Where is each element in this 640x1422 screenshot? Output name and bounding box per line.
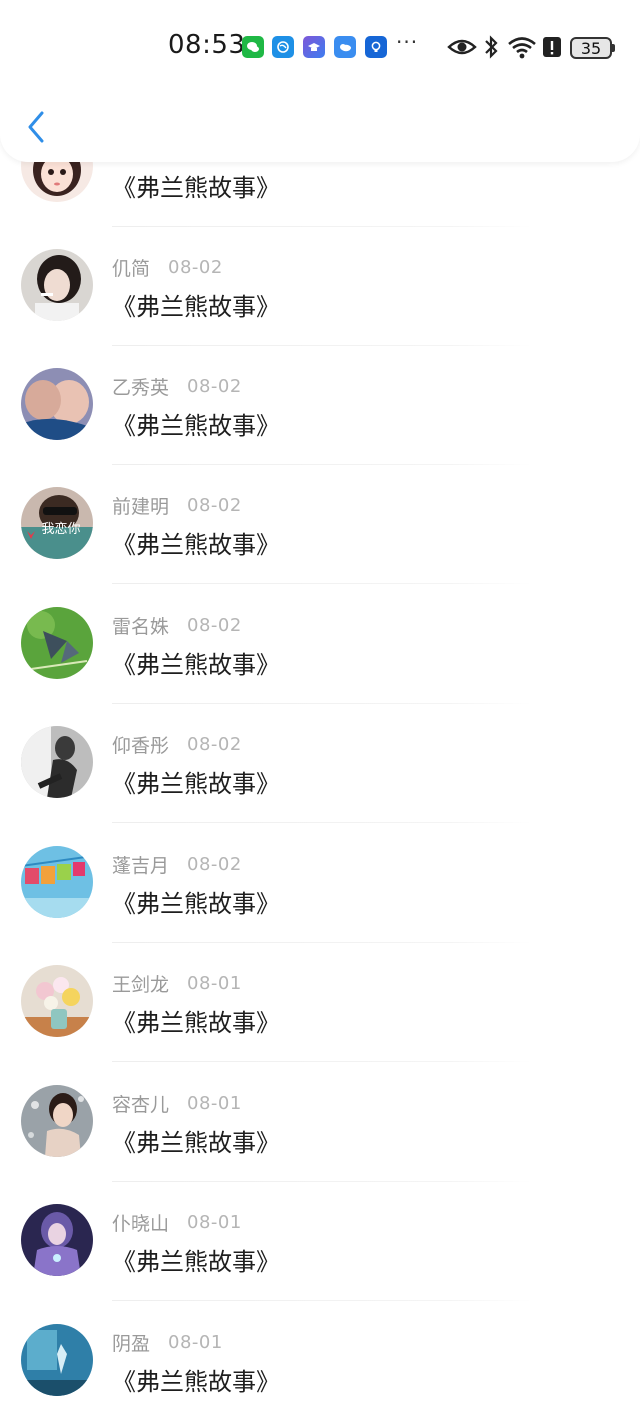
comment-text: 《弗兰熊故事》	[112, 293, 280, 321]
status-time: 08:53	[168, 30, 246, 60]
user-name[interactable]: 前建明	[112, 492, 169, 519]
comment-text: 《弗兰熊故事》	[112, 890, 280, 918]
top-bar: 08:53 ··· 35	[0, 0, 640, 162]
comment-text: 《弗兰熊故事》	[112, 1248, 280, 1276]
list-item[interactable]: 仉简 08-02 《弗兰熊故事》	[0, 229, 640, 349]
comment-date: 08-01	[187, 972, 242, 994]
comment-date: 08-01	[187, 1211, 242, 1233]
list-item[interactable]: 仆晓山 08-01 《弗兰熊故事》	[0, 1184, 640, 1304]
eye-icon	[447, 34, 477, 60]
list-item[interactable]: 阴盈 08-01 《弗兰熊故事》	[0, 1304, 640, 1422]
avatar[interactable]: 我恋你	[21, 487, 93, 559]
avatar[interactable]	[21, 249, 93, 321]
comment-date: 08-02	[187, 733, 242, 755]
user-name[interactable]: 仰香彤	[112, 731, 169, 758]
user-name[interactable]: 仆晓山	[112, 1209, 169, 1236]
comment-text: 《弗兰熊故事》	[112, 174, 280, 202]
avatar[interactable]	[21, 726, 93, 798]
avatar[interactable]	[21, 1324, 93, 1396]
cloud-icon	[334, 36, 356, 58]
divider	[112, 1061, 532, 1062]
comment-date: 08-01	[168, 1331, 223, 1353]
comment-text: 《弗兰熊故事》	[112, 531, 280, 559]
user-name[interactable]: 雷名姝	[112, 612, 169, 639]
comment-list-page: 《弗兰熊故事》 仉简 08-02 《弗兰熊故事》 乙秀英 08-02 《弗兰熊故…	[0, 0, 640, 1422]
comment-date: 08-02	[187, 375, 242, 397]
bluetooth-icon	[483, 34, 499, 60]
list-item[interactable]: 我恋你 前建明 08-02 《弗兰熊故事》	[0, 467, 640, 587]
list-item[interactable]: 乙秀英 08-02 《弗兰熊故事》	[0, 348, 640, 468]
avatar-caption: 我恋你	[41, 521, 80, 537]
avatar[interactable]	[21, 1204, 93, 1276]
battery-indicator: 35	[570, 37, 612, 59]
wifi-icon	[507, 34, 537, 60]
user-name[interactable]: 阴盈	[112, 1329, 150, 1356]
battery-tip	[612, 44, 615, 52]
user-name[interactable]: 乙秀英	[112, 373, 169, 400]
avatar[interactable]	[21, 846, 93, 918]
list-item[interactable]: 雷名姝 08-02 《弗兰熊故事》	[0, 587, 640, 707]
comment-date: 08-02	[187, 614, 242, 636]
comment-text: 《弗兰熊故事》	[112, 651, 280, 679]
avatar[interactable]	[21, 1085, 93, 1157]
list-item[interactable]: 蓬吉月 08-02 《弗兰熊故事》	[0, 826, 640, 946]
user-name[interactable]: 蓬吉月	[112, 851, 169, 878]
more-notifications: ···	[396, 30, 419, 54]
user-name[interactable]: 仉简	[112, 254, 150, 281]
back-icon	[28, 111, 44, 143]
comment-text: 《弗兰熊故事》	[112, 412, 280, 440]
comment-date: 08-02	[168, 256, 223, 278]
divider	[112, 1300, 532, 1301]
divider	[112, 464, 532, 465]
list-item[interactable]: 仰香彤 08-02 《弗兰熊故事》	[0, 706, 640, 826]
user-name[interactable]: 容杏儿	[112, 1090, 169, 1117]
divider	[112, 345, 532, 346]
comment-date: 08-01	[187, 1092, 242, 1114]
avatar[interactable]	[21, 607, 93, 679]
avatar[interactable]	[21, 965, 93, 1037]
divider	[112, 583, 532, 584]
list-item[interactable]: 容杏儿 08-01 《弗兰熊故事》	[0, 1065, 640, 1185]
avatar[interactable]	[21, 368, 93, 440]
comment-text: 《弗兰熊故事》	[112, 1009, 280, 1037]
status-bar: 08:53 ··· 35	[0, 24, 640, 70]
list-item[interactable]: 王剑龙 08-01 《弗兰熊故事》	[0, 945, 640, 1065]
browser-icon	[272, 36, 294, 58]
divider	[112, 822, 532, 823]
divider	[112, 1181, 532, 1182]
comment-text: 《弗兰熊故事》	[112, 770, 280, 798]
divider	[112, 703, 532, 704]
alert-icon	[542, 34, 562, 60]
back-button[interactable]	[18, 105, 54, 149]
bulb-icon	[365, 36, 387, 58]
comment-text: 《弗兰熊故事》	[112, 1368, 280, 1396]
comment-text: 《弗兰熊故事》	[112, 1129, 280, 1157]
divider	[112, 226, 532, 227]
comment-date: 08-02	[187, 853, 242, 875]
wechat-icon	[242, 36, 264, 58]
comment-date: 08-02	[187, 494, 242, 516]
education-icon	[303, 36, 325, 58]
divider	[112, 942, 532, 943]
user-name[interactable]: 王剑龙	[112, 970, 169, 997]
